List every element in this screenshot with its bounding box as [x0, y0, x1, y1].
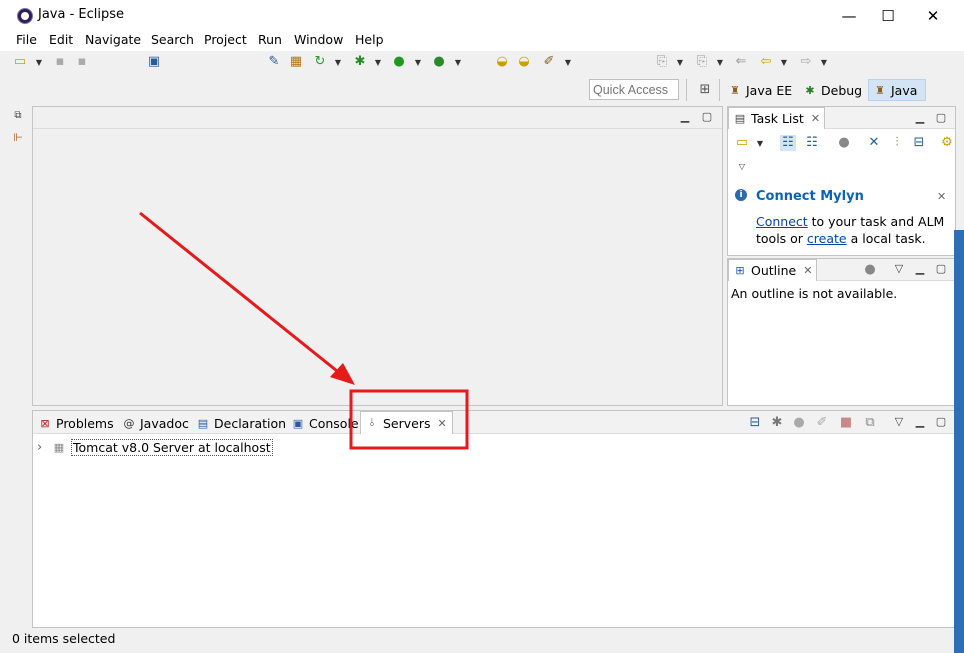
annotation-arrow-head [330, 363, 355, 385]
annotation-arrow-line [139, 211, 343, 377]
annotation-overlay [139, 211, 469, 450]
annotation-highlight-box [349, 389, 469, 450]
